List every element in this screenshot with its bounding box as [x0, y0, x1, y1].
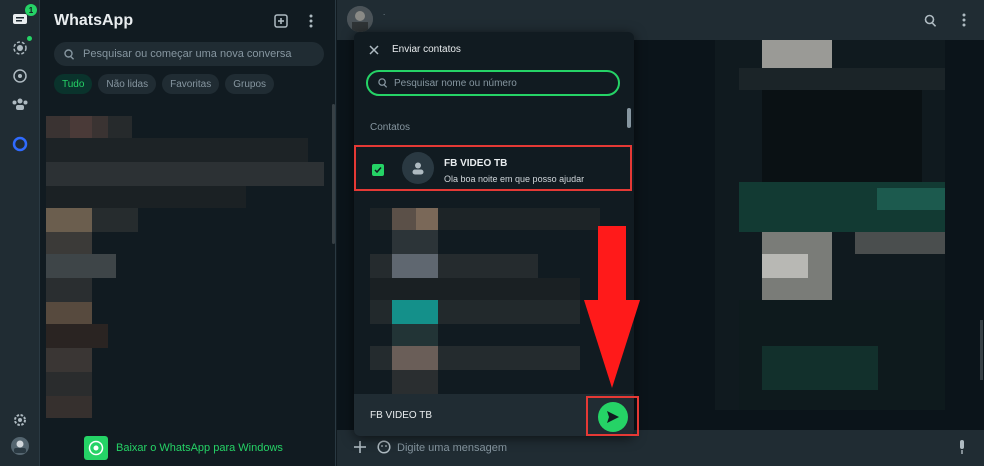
- annotation-arrow-head: [584, 300, 640, 388]
- contact-search[interactable]: [366, 70, 620, 96]
- blurred-chat-row[interactable]: [46, 302, 92, 324]
- close-icon[interactable]: [366, 42, 382, 58]
- blurred-block: [392, 300, 438, 324]
- blurred-block: [877, 188, 945, 210]
- dialog-header: Enviar contatos: [354, 32, 634, 68]
- conversation-scrollbar[interactable]: [980, 320, 983, 380]
- left-rail: 1: [0, 0, 40, 466]
- attach-plus-icon[interactable]: [351, 438, 369, 456]
- message-field[interactable]: [397, 437, 947, 459]
- dialog-scrollbar[interactable]: [627, 108, 631, 128]
- blurred-block: [392, 254, 438, 278]
- blurred-block: [46, 232, 92, 254]
- blurred-block: [108, 116, 132, 138]
- blurred-block: [762, 254, 808, 278]
- chat-search[interactable]: [54, 42, 324, 66]
- microphone-icon[interactable]: [953, 438, 971, 456]
- filter-groups[interactable]: Grupos: [225, 74, 275, 94]
- blurred-block: [46, 138, 308, 162]
- blurred-chat-row[interactable]: [46, 348, 92, 372]
- app-title: WhatsApp: [54, 12, 134, 29]
- sticker-icon[interactable]: [375, 438, 393, 456]
- communities-icon[interactable]: [10, 94, 30, 114]
- menu-icon[interactable]: [302, 12, 320, 30]
- settings-icon[interactable]: [10, 410, 30, 430]
- status-dot: [27, 36, 32, 41]
- blurred-block: [392, 230, 438, 254]
- blurred-block: [46, 324, 108, 348]
- dialog-title: Enviar contatos: [392, 44, 461, 55]
- contacts-section-label: Contatos: [370, 122, 411, 133]
- blurred-block: [46, 278, 92, 302]
- blurred-block: [392, 346, 438, 370]
- meta-ai-icon[interactable]: [10, 134, 30, 154]
- download-link[interactable]: Baixar o WhatsApp para Windows: [116, 442, 283, 454]
- blurred-block: [92, 208, 138, 232]
- blurred-block: [855, 232, 945, 254]
- contact-avatar[interactable]: [347, 6, 373, 32]
- blurred-chat-row[interactable]: [46, 254, 116, 278]
- blurred-block: [392, 370, 438, 394]
- message-input[interactable]: [397, 442, 937, 454]
- blurred-block: [762, 40, 832, 68]
- unread-badge: 1: [25, 4, 37, 16]
- search-icon: [64, 48, 75, 60]
- contact-search-input[interactable]: [394, 77, 604, 89]
- annotation-arrow: [598, 226, 626, 302]
- filter-all[interactable]: Tudo: [54, 74, 93, 94]
- blurred-block: [762, 346, 878, 390]
- selected-contacts-summary: FB VIDEO TB: [370, 410, 433, 421]
- blurred-block: [739, 68, 945, 90]
- filter-chips: Tudo Não lidas Favoritas Grupos: [54, 74, 275, 94]
- filter-unread[interactable]: Não lidas: [98, 74, 157, 94]
- channels-icon[interactable]: [10, 66, 30, 86]
- chat-search-input[interactable]: [83, 48, 313, 60]
- blurred-chat-row[interactable]: [46, 208, 92, 232]
- blurred-block: [70, 116, 92, 138]
- chat-list-scrollbar[interactable]: [332, 104, 335, 244]
- search-icon: [378, 78, 388, 88]
- profile-avatar[interactable]: [10, 436, 30, 456]
- blurred-block: [392, 324, 438, 346]
- blurred-block: [392, 208, 416, 230]
- blurred-block: [46, 186, 246, 208]
- blurred-block: [46, 372, 92, 396]
- new-chat-icon[interactable]: [272, 12, 290, 30]
- download-banner[interactable]: Baixar o WhatsApp para Windows: [84, 436, 283, 460]
- search-icon[interactable]: [921, 11, 939, 29]
- whatsapp-logo-icon: [84, 436, 108, 460]
- conversation-name: .: [383, 8, 386, 17]
- blurred-block: [370, 278, 580, 300]
- conversation-menu-icon[interactable]: [955, 11, 973, 29]
- blurred-chat-row[interactable]: [46, 162, 324, 186]
- chat-list-panel: WhatsApp Tudo Não lidas Favoritas Grupos: [40, 0, 336, 466]
- blurred-block: [762, 90, 922, 182]
- selected-contact-highlight: [354, 145, 632, 191]
- blurred-block: [46, 396, 92, 418]
- blurred-block: [416, 208, 438, 230]
- status-icon[interactable]: [10, 38, 30, 58]
- send-button-highlight: [586, 396, 639, 436]
- filter-favorites[interactable]: Favoritas: [162, 74, 220, 94]
- whatsapp-window: 1 WhatsApp Pesquisar ou começar uma nova…: [0, 0, 984, 466]
